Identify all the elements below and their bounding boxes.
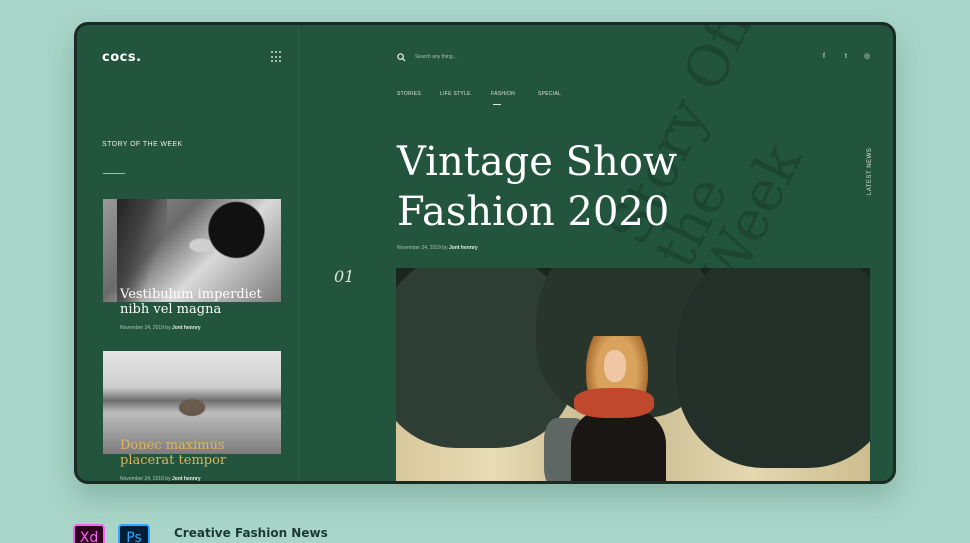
story-card-author-1[interactable]: Jont hennry: [172, 325, 201, 331]
nav-stories[interactable]: STORIES: [397, 91, 421, 97]
latest-news-label[interactable]: LATEST NEWS: [867, 148, 873, 195]
app-window: cocs. STORY OF THE WEEK Vestibulum imper…: [74, 22, 896, 484]
footer-title: Creative Fashion News: [174, 526, 328, 540]
hero-meta: November 24, 2019 by Jont hennry: [397, 245, 478, 251]
story-card-author-2[interactable]: Jont hennry: [172, 476, 201, 481]
story-card-title-1[interactable]: Vestibulum imperdiet nibh vel magna: [120, 287, 270, 317]
heading-divider: [103, 173, 125, 174]
nav-special[interactable]: SPECIAL: [538, 91, 561, 97]
nav-life-style[interactable]: LIFE STYLE: [440, 91, 471, 97]
story-of-week-heading: STORY OF THE WEEK: [102, 141, 183, 148]
hero-image[interactable]: [396, 268, 870, 481]
nav-active-indicator: [493, 104, 501, 105]
search-icon[interactable]: [397, 53, 406, 62]
hero-author[interactable]: Jont hennry: [449, 245, 478, 251]
instagram-icon[interactable]: ◎: [863, 53, 871, 61]
hero-title: Vintage Show Fashion 2020: [397, 139, 678, 235]
search-input[interactable]: Search any thing...: [415, 54, 457, 60]
story-card-meta-1: November 24, 2019 by Jont hennry: [120, 325, 201, 331]
slide-number: 01: [334, 267, 355, 286]
story-card-meta-2: November 24, 2019 by Jont hennry: [120, 476, 201, 482]
logo[interactable]: cocs.: [102, 50, 142, 65]
menu-grid-icon[interactable]: [271, 51, 283, 63]
story-card-date-1: November 24, 2019 by: [120, 325, 171, 331]
adobe-xd-icon: Xd: [73, 524, 105, 543]
photoshop-icon: Ps: [118, 524, 150, 543]
nav-fashion[interactable]: FASHION: [491, 91, 515, 97]
sidebar: cocs. STORY OF THE WEEK Vestibulum imper…: [77, 25, 299, 481]
story-card-date-2: November 24, 2019 by: [120, 476, 171, 482]
story-card-title-2[interactable]: Donec maximus placerat tempor: [120, 438, 270, 468]
hero-date: November 24, 2019 by: [397, 245, 448, 251]
